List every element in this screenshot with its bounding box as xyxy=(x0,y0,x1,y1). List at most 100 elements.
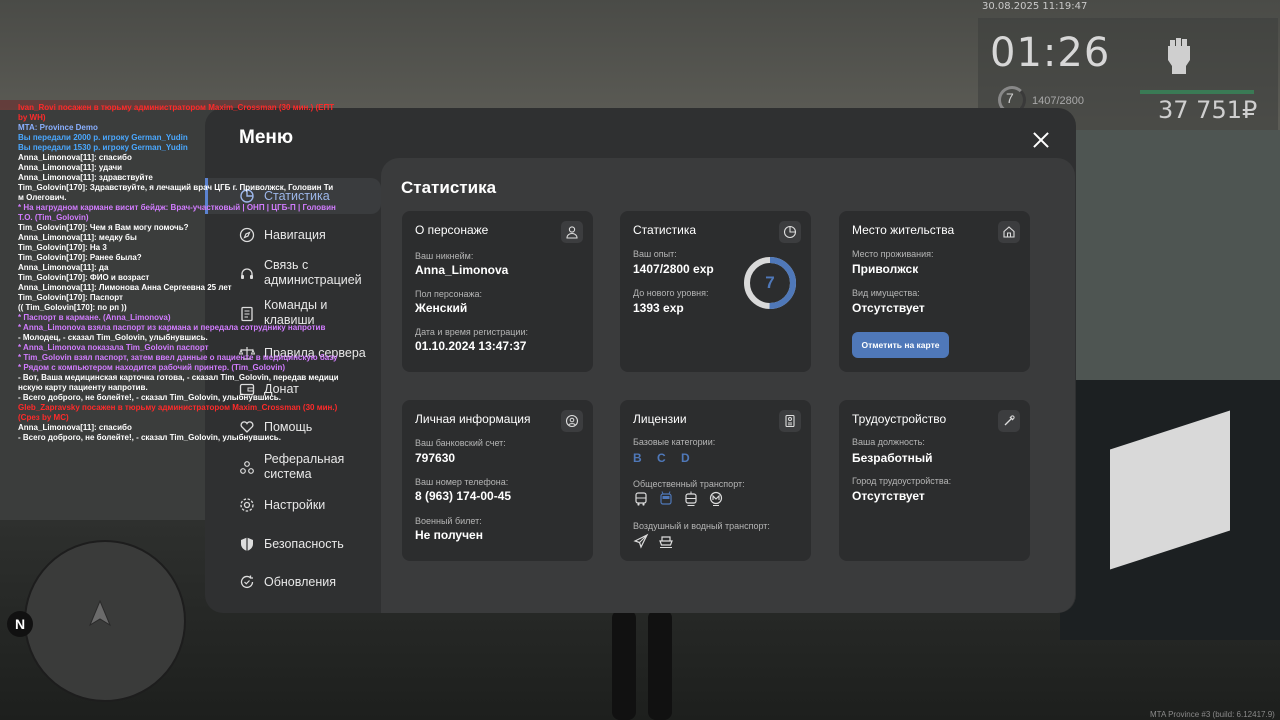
public-transport-icons xyxy=(633,491,724,507)
chat-line: Т.О. (Tim_Golovin) xyxy=(18,213,89,222)
next-level-label: До нового уровня: xyxy=(633,288,709,298)
card-title: Статистика xyxy=(633,223,697,237)
chat-line: Вы передали 1530 р. игроку German_Yudin xyxy=(18,143,188,152)
reg-label: Дата и время регистрации: xyxy=(415,327,528,337)
nav-item-security[interactable]: Безопасность xyxy=(205,531,381,557)
phone-label: Ваш номер телефона: xyxy=(415,477,509,487)
chat-line: м Олегович. xyxy=(18,193,67,202)
build-info: MTA Province #3 (build: 6.12417.9) xyxy=(1150,710,1275,719)
exp-value: 1407/2800 exp xyxy=(633,262,714,276)
refresh-icon xyxy=(240,575,254,589)
card-title: Лицензии xyxy=(633,412,687,426)
city-label: Город трудоустройства: xyxy=(852,476,952,486)
card-title: О персонаже xyxy=(415,223,489,237)
chat-line: Tim_Golovin[170]: Здравствуйте, я лечащи… xyxy=(18,183,334,192)
nav-label: Обновления xyxy=(264,575,336,589)
nick-value: Anna_Limonova xyxy=(415,263,509,277)
home-icon xyxy=(998,221,1020,243)
chat-line: * Паспорт в кармане. (Anna_Limonova) xyxy=(18,313,171,322)
reg-value: 01.10.2024 13:47:37 xyxy=(415,339,527,353)
chat-line: - Молодец, - сказал Tim_Golovin, улыбнув… xyxy=(18,333,208,342)
close-button[interactable] xyxy=(1026,125,1056,155)
id-card-icon xyxy=(779,410,801,432)
chat-line: Tim_Golovin[170]: Чем я Вам могу помочь? xyxy=(18,223,189,232)
nav-label: Реферальная система xyxy=(264,452,345,481)
card-title: Место жительства xyxy=(852,223,955,237)
mark-on-map-button[interactable]: Отметить на карте xyxy=(852,332,949,358)
hud-time: 01:26 xyxy=(990,30,1111,76)
metro-icon xyxy=(709,491,723,506)
chat-line: * Anna_Limonova взяла паспорт из кармана… xyxy=(18,323,326,332)
nick-label: Ваш никнейм: xyxy=(415,251,474,261)
nav-label: Безопасность xyxy=(264,537,344,551)
bus-icon xyxy=(635,492,647,506)
base-categories-value: B C D xyxy=(633,451,696,465)
exp-label: Ваш опыт: xyxy=(633,249,677,259)
gender-label: Пол персонажа: xyxy=(415,289,483,299)
chat-line: MTA: Province Demo xyxy=(18,123,98,132)
chat-line: Gleb_Zapravsky посажен в тюрьму админист… xyxy=(18,403,338,412)
position-label: Ваша должность: xyxy=(852,437,925,447)
chat-log: Ivan_Rovi посажен в тюрьму администратор… xyxy=(18,103,338,443)
chat-line: * Tim_Golovin взял паспорт, затем ввел д… xyxy=(18,353,338,362)
tram-icon xyxy=(685,491,697,506)
card-residence: Место жительства Место проживания: Приво… xyxy=(839,211,1030,372)
user-icon xyxy=(561,221,583,243)
character-leg xyxy=(612,610,636,720)
property-label: Вид имущества: xyxy=(852,288,920,298)
military-label: Военный билет: xyxy=(415,516,482,526)
chat-line: Anna_Limonova[11]: удачи xyxy=(18,163,123,172)
chat-line: * Anna_Limonova показала Tim_Golovin пас… xyxy=(18,343,209,352)
nav-item-settings[interactable]: Настройки xyxy=(205,492,381,518)
chat-line: Ivan_Rovi посажен в тюрьму администратор… xyxy=(18,103,335,112)
bank-label: Ваш банковский счет: xyxy=(415,438,506,448)
hud-money: 37 751₽ xyxy=(1158,96,1258,124)
base-categories-label: Базовые категории: xyxy=(633,437,716,447)
chat-line: Tim_Golovin[170]: На 3 xyxy=(18,243,107,252)
chat-line: Anna_Limonova[11]: спасибо xyxy=(18,423,132,432)
chat-line: Anna_Limonova[11]: здравствуйте xyxy=(18,173,153,182)
military-value: Не получен xyxy=(415,528,483,542)
gear-icon xyxy=(240,498,254,512)
chat-line: (Срез by MC) xyxy=(18,413,69,422)
bank-value: 797630 xyxy=(415,451,456,465)
chat-line: Tim_Golovin[170]: Ранее была? xyxy=(18,253,142,262)
hud-datetime: 30.08.2025 11:19:47 xyxy=(982,1,1088,12)
player-marker-icon xyxy=(88,600,112,627)
content-title: Статистика xyxy=(401,178,497,197)
chat-line: - Всего доброго, не болейте!, - сказал T… xyxy=(18,433,281,442)
card-stats: Статистика Ваш опыт: 1407/2800 exp До но… xyxy=(620,211,811,372)
ship-icon xyxy=(659,536,673,548)
nav-item-updates[interactable]: Обновления xyxy=(205,569,381,595)
hud-health-bar xyxy=(1140,90,1254,94)
gender-value: Женский xyxy=(415,301,468,315)
chat-line: Anna_Limonova[11]: Лимонова Анна Сергеев… xyxy=(18,283,232,292)
hud-level: 7 xyxy=(1006,90,1014,106)
card-title: Трудоустройство xyxy=(852,412,947,426)
public-transport-label: Общественный транспорт: xyxy=(633,479,745,489)
chat-line: by WH) xyxy=(18,113,46,122)
chat-line: Tim_Golovin[170]: Паспорт xyxy=(18,293,123,302)
next-level-value: 1393 exp xyxy=(633,301,684,315)
property-value: Отсутствует xyxy=(852,301,925,315)
trolleybus-icon xyxy=(660,491,672,505)
card-licenses: Лицензии Базовые категории: B C D Общест… xyxy=(620,400,811,561)
card-personal: Личная информация Ваш банковский счет: 7… xyxy=(402,400,593,561)
chat-line: - Всего доброго, не болейте!, - сказал T… xyxy=(18,393,281,402)
pie-chart-icon xyxy=(779,221,801,243)
character-leg xyxy=(648,610,672,720)
shield-icon xyxy=(241,537,253,551)
phone-value: 8 (963) 174-00-45 xyxy=(415,489,512,503)
chat-line: * Рядом с компьютером находится рабочий … xyxy=(18,363,285,372)
nav-item-referral[interactable]: Реферальная система xyxy=(205,450,381,486)
chat-line: Tim_Golovin[170]: ФИО и возраст xyxy=(18,273,150,282)
chat-line: - Вот, Ваша медицинская карточка готова,… xyxy=(18,373,338,382)
chat-line: Anna_Limonova[11]: да xyxy=(18,263,109,272)
tools-icon xyxy=(998,410,1020,432)
card-job: Трудоустройство Ваша должность: Безработ… xyxy=(839,400,1030,561)
place-label: Место проживания: xyxy=(852,249,934,259)
card-character: О персонаже Ваш никнейм: Anna_Limonova П… xyxy=(402,211,593,372)
chat-line: нскую карту пациенту напротив. xyxy=(18,383,148,392)
chat-line: Anna_Limonova[11]: медку бы xyxy=(18,233,137,242)
chat-line: Вы передали 2000 р. игроку German_Yudin xyxy=(18,133,188,142)
